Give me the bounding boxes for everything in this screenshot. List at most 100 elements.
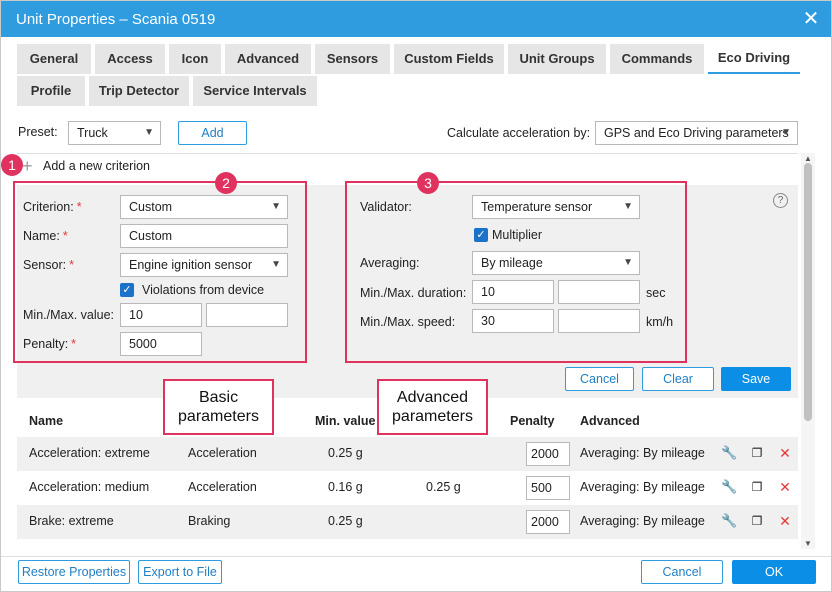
annotation-badge-3: 3 <box>417 172 439 194</box>
wrench-icon[interactable]: 🔧 <box>721 513 737 529</box>
row-name: Brake: extreme <box>29 514 114 528</box>
minmax-value-label: Min./Max. value: <box>23 308 115 322</box>
unit-properties-dialog: Unit Properties – Scania 0519 ✕ General … <box>0 0 832 592</box>
wrench-icon[interactable]: 🔧 <box>721 445 737 461</box>
min-value-field[interactable]: 10 <box>120 303 202 327</box>
scroll-up-icon[interactable]: ▲ <box>804 154 812 163</box>
required-mark: * <box>62 229 68 243</box>
export-to-file-button[interactable]: Export to File <box>138 560 222 584</box>
multiplier-checkbox[interactable]: ✓ <box>474 228 488 242</box>
tab-custom-fields[interactable]: Custom Fields <box>394 44 504 74</box>
criterion-label: Criterion: * <box>23 200 82 214</box>
cancel-criterion-button[interactable]: Cancel <box>565 367 634 391</box>
row-penalty-input[interactable]: 2000 <box>526 510 570 534</box>
tab-eco-driving[interactable]: Eco Driving <box>708 44 800 74</box>
annotation-badge-1: 1 <box>1 154 23 176</box>
tab-advanced[interactable]: Advanced <box>225 44 311 74</box>
scrollbar[interactable]: ▲ ▼ <box>801 153 815 549</box>
row-type: Braking <box>188 514 231 528</box>
copy-icon[interactable]: ❐ <box>749 479 765 495</box>
table-row[interactable] <box>17 539 798 556</box>
copy-icon[interactable]: ❐ <box>749 513 765 529</box>
delete-icon[interactable]: ✕ <box>777 445 793 461</box>
ok-button[interactable]: OK <box>732 560 816 584</box>
min-speed-field[interactable]: 30 <box>472 309 554 333</box>
chevron-down-icon: ▼ <box>623 257 633 268</box>
restore-properties-button[interactable]: Restore Properties <box>18 560 130 584</box>
copy-icon[interactable]: ❐ <box>749 445 765 461</box>
chevron-down-icon: ▼ <box>271 201 281 212</box>
tab-access[interactable]: Access <box>95 44 165 74</box>
duration-unit: sec <box>646 286 666 300</box>
name-field[interactable]: Custom <box>120 224 288 248</box>
row-advanced: Averaging: By mileage <box>580 446 705 460</box>
footer-divider <box>1 556 831 557</box>
penalty-field[interactable]: 5000 <box>120 332 202 356</box>
plus-icon[interactable]: + <box>22 156 33 177</box>
required-mark: * <box>76 200 82 214</box>
acceleration-value: GPS and Eco Driving parameters <box>604 126 789 140</box>
help-icon[interactable]: ? <box>773 193 788 208</box>
table-row[interactable]: Brake: extreme Braking 0.25 g 2000 Avera… <box>17 505 798 539</box>
penalty-label: Penalty: * <box>23 337 77 351</box>
row-advanced: Averaging: By mileage <box>580 514 705 528</box>
averaging-select[interactable]: By mileage ▼ <box>472 251 640 275</box>
save-button[interactable]: Save <box>721 367 791 391</box>
clear-button[interactable]: Clear <box>642 367 714 391</box>
averaging-label: Averaging: <box>360 256 420 270</box>
max-value-field[interactable] <box>206 303 288 327</box>
tab-service-intervals[interactable]: Service Intervals <box>193 76 317 106</box>
scroll-down-icon[interactable]: ▼ <box>804 539 812 548</box>
duration-label: Min./Max. duration: <box>360 286 467 300</box>
preset-label: Preset: <box>18 125 58 139</box>
add-preset-button[interactable]: Add <box>178 121 247 145</box>
max-speed-field[interactable] <box>558 309 640 333</box>
column-header-advanced: Advanced <box>580 414 640 428</box>
min-duration-field[interactable]: 10 <box>472 280 554 304</box>
sensor-label: Sensor: * <box>23 258 74 272</box>
speed-unit: km/h <box>646 315 674 329</box>
sensor-select[interactable]: Engine ignition sensor ▼ <box>120 253 288 277</box>
acceleration-select[interactable]: GPS and Eco Driving parameters ▼ <box>595 121 798 145</box>
violations-checkbox[interactable]: ✓ <box>120 283 134 297</box>
annotation-badge-2: 2 <box>215 172 237 194</box>
cancel-button[interactable]: Cancel <box>641 560 723 584</box>
tab-trip-detector[interactable]: Trip Detector <box>89 76 189 106</box>
preset-value: Truck <box>77 126 108 140</box>
criterion-select[interactable]: Custom ▼ <box>120 195 288 219</box>
table-row[interactable]: Acceleration: medium Acceleration 0.16 g… <box>17 471 798 505</box>
delete-icon[interactable]: ✕ <box>777 479 793 495</box>
window-title: Unit Properties – Scania 0519 <box>16 11 216 28</box>
row-penalty-input[interactable]: 2000 <box>526 442 570 466</box>
divider <box>17 153 798 154</box>
tab-sensors[interactable]: Sensors <box>315 44 390 74</box>
tab-profile[interactable]: Profile <box>17 76 85 106</box>
violations-label: Violations from device <box>142 283 265 297</box>
chevron-down-icon: ▼ <box>623 201 633 212</box>
advanced-parameters-callout: Advanced parameters <box>377 379 488 435</box>
validator-select[interactable]: Temperature sensor ▼ <box>472 195 640 219</box>
row-type: Acceleration <box>188 446 257 460</box>
criterion-value: Custom <box>129 200 173 214</box>
max-duration-field[interactable] <box>558 280 640 304</box>
tab-icon[interactable]: Icon <box>169 44 221 74</box>
delete-icon[interactable]: ✕ <box>777 513 793 529</box>
averaging-value: By mileage <box>481 256 543 270</box>
tab-commands[interactable]: Commands <box>610 44 704 74</box>
row-penalty-input[interactable]: 500 <box>526 476 570 500</box>
row-name: Acceleration: medium <box>29 480 150 494</box>
sensor-value: Engine ignition sensor <box>129 258 252 272</box>
acceleration-label: Calculate acceleration by: <box>447 126 591 140</box>
validator-value: Temperature sensor <box>481 200 593 214</box>
add-criterion-link[interactable]: Add a new criterion <box>43 159 150 173</box>
wrench-icon[interactable]: 🔧 <box>721 479 737 495</box>
basic-parameters-callout: Basic parameters <box>163 379 274 435</box>
tab-unit-groups[interactable]: Unit Groups <box>508 44 606 74</box>
table-row[interactable]: Acceleration: extreme Acceleration 0.25 … <box>17 437 798 471</box>
preset-select[interactable]: Truck ▼ <box>68 121 161 145</box>
column-header-name: Name <box>29 414 64 428</box>
speed-label: Min./Max. speed: <box>360 315 456 329</box>
scrollbar-thumb[interactable] <box>804 163 812 421</box>
tab-general[interactable]: General <box>17 44 91 74</box>
close-icon[interactable]: ✕ <box>799 7 823 31</box>
